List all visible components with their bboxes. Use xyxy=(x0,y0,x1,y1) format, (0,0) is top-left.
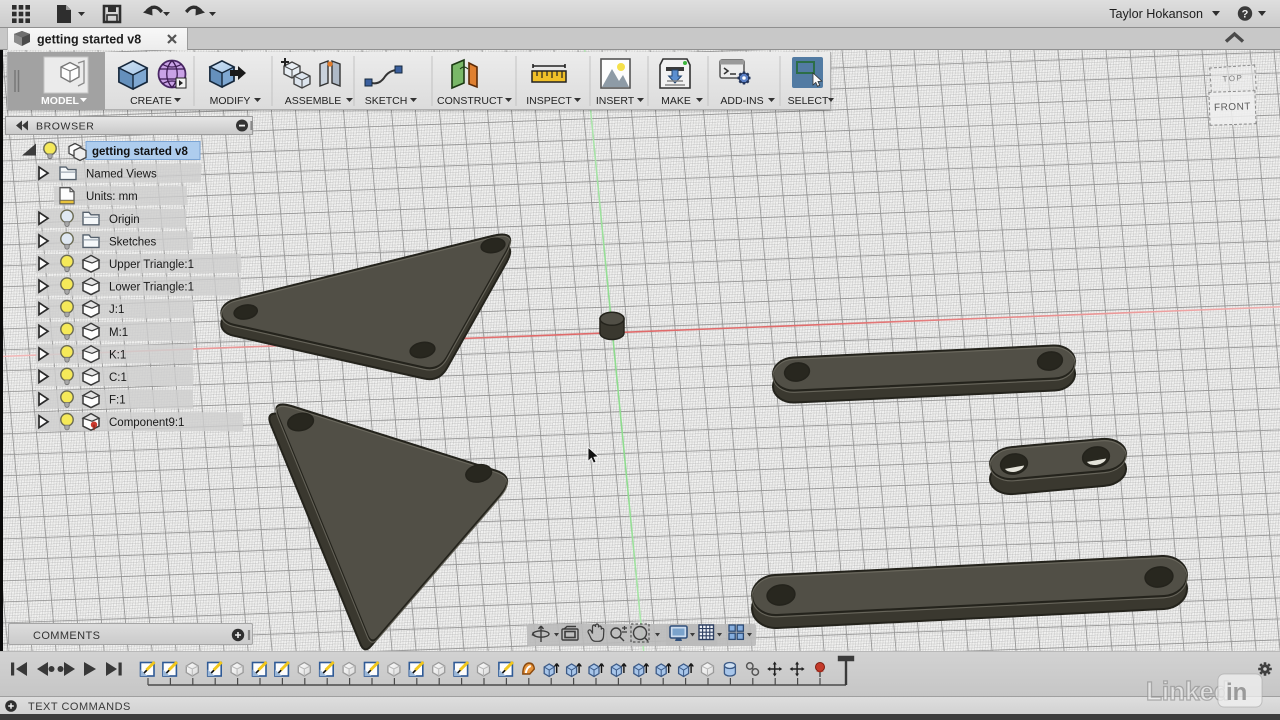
svg-text:CONSTRUCT: CONSTRUCT xyxy=(437,95,503,107)
svg-text:TEXT COMMANDS: TEXT COMMANDS xyxy=(28,701,131,713)
svg-text:Units: mm: Units: mm xyxy=(86,191,138,203)
svg-text:C:1: C:1 xyxy=(109,372,127,384)
svg-text:MAKE: MAKE xyxy=(661,95,691,107)
svg-text:MODIFY: MODIFY xyxy=(210,95,251,107)
svg-text:getting started v8: getting started v8 xyxy=(92,146,188,158)
svg-text:ADD-INS: ADD-INS xyxy=(720,95,763,107)
svg-text:Origin: Origin xyxy=(109,214,140,226)
svg-text:ASSEMBLE: ASSEMBLE xyxy=(285,95,342,107)
svg-text:?: ? xyxy=(1242,9,1249,21)
svg-text:SKETCH: SKETCH xyxy=(365,95,408,107)
svg-text:Named Views: Named Views xyxy=(86,169,157,181)
svg-text:F:1: F:1 xyxy=(109,395,126,407)
svg-text:CREATE: CREATE xyxy=(130,95,172,107)
svg-text:Sketches: Sketches xyxy=(109,236,157,248)
svg-text:Upper Triangle:1: Upper Triangle:1 xyxy=(109,259,194,271)
svg-text:Taylor Hokanson: Taylor Hokanson xyxy=(1109,7,1203,21)
svg-text:SELECT: SELECT xyxy=(788,95,829,107)
svg-text:MODEL: MODEL xyxy=(41,95,80,107)
svg-text:INSERT: INSERT xyxy=(596,95,635,107)
svg-text:K:1: K:1 xyxy=(109,349,126,361)
svg-text:COMMENTS: COMMENTS xyxy=(33,630,100,642)
svg-text:Lower Triangle:1: Lower Triangle:1 xyxy=(109,282,194,294)
svg-text:in: in xyxy=(1226,679,1247,706)
svg-text:INSPECT: INSPECT xyxy=(526,95,572,107)
svg-text:BROWSER: BROWSER xyxy=(36,121,94,133)
svg-text:M:1: M:1 xyxy=(109,327,128,339)
svg-text:Linked: Linked xyxy=(1146,676,1230,706)
svg-text:getting started v8: getting started v8 xyxy=(37,33,141,47)
svg-text:J:1: J:1 xyxy=(109,304,124,316)
svg-text:Component9:1: Component9:1 xyxy=(109,417,184,429)
